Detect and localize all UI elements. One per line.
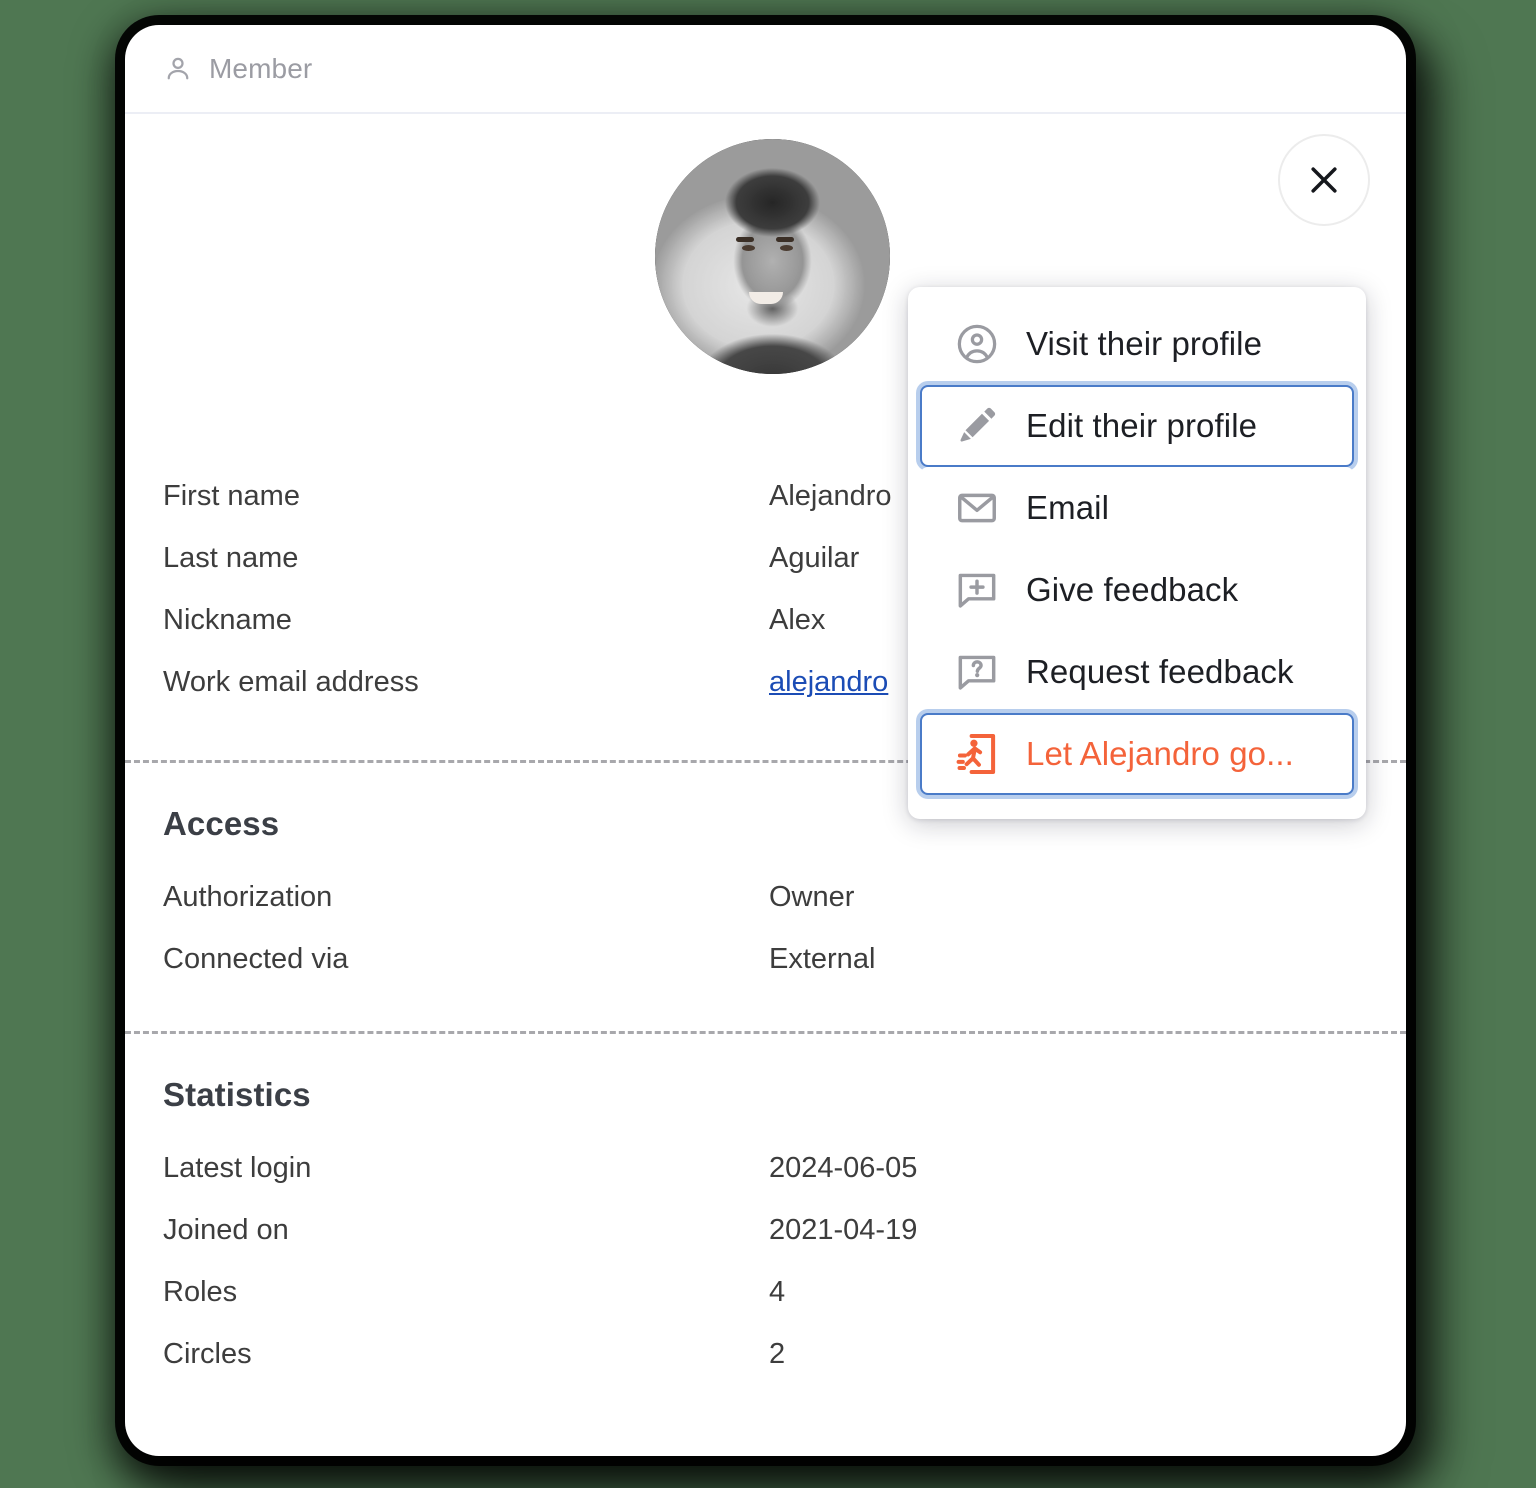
person-icon [167,57,189,79]
menu-item-give-feedback[interactable]: Give feedback [920,549,1354,631]
statistics-section-title: Statistics [163,1076,311,1113]
field-value: Owner [769,881,855,913]
menu-item-visit-profile[interactable]: Visit their profile [920,303,1354,385]
field-row-latest-login: Latest login 2024-06-05 [163,1152,1368,1214]
avatar-detail [779,244,793,251]
avatar [655,139,890,374]
field-label: Joined on [163,1214,289,1246]
field-label: Roles [163,1276,238,1308]
field-label: Nickname [163,604,292,636]
field-row-circles: Circles 2 [163,1338,1368,1400]
close-button[interactable] [1278,134,1370,226]
field-label: Authorization [163,881,333,913]
menu-item-request-feedback[interactable]: Request feedback [920,631,1354,713]
field-row-authorization: Authorization Owner [163,881,1368,943]
field-row-connected-via: Connected via External [163,943,1368,1005]
menu-item-label: Request feedback [1026,653,1294,690]
member-action-menu: Visit their profile Edit their profile E… [908,287,1366,819]
menu-item-email[interactable]: Email [920,467,1354,549]
statistics-section: Statistics Latest login 2024-06-05 Joine… [125,1034,1406,1400]
field-label: Circles [163,1338,252,1370]
work-email-link[interactable]: alejandro [769,666,888,699]
user-circle-icon [957,324,997,364]
field-value: Alex [769,604,826,636]
field-value: External [769,943,876,975]
menu-item-label: Visit their profile [1026,325,1263,362]
field-value: Alejandro [769,480,892,512]
modal-title: Member [209,52,313,84]
avatar-detail [776,236,795,242]
avatar-photo [655,139,890,374]
field-label: Latest login [163,1152,312,1184]
field-value: Aguilar [769,542,860,574]
pencil-icon [960,407,996,442]
comment-plus-icon [958,573,996,608]
menu-item-label: Edit their profile [1026,407,1258,444]
close-icon [1311,167,1337,193]
field-label: First name [163,480,300,512]
field-label: Last name [163,542,299,574]
field-value: 2021-04-19 [769,1214,918,1246]
field-row-joined-on: Joined on 2021-04-19 [163,1214,1368,1276]
avatar-detail [741,244,755,251]
menu-item-label: Let Alejandro go... [1026,735,1294,772]
field-label: Connected via [163,943,349,975]
avatar-detail [736,236,755,242]
menu-item-label: Email [1026,489,1110,526]
modal-header: Member [125,25,1406,114]
menu-item-label: Give feedback [1026,571,1239,608]
field-value: 2 [769,1338,786,1370]
field-value: 4 [769,1276,786,1308]
menu-item-edit-profile[interactable]: Edit their profile [920,385,1354,467]
modal-body: First name Alejandro Last name Aguilar N… [125,114,1406,1456]
member-detail-modal: Member First name Alejandro Last name Ag… [125,25,1406,1456]
menu-item-let-go[interactable]: Let Alejandro go... [920,713,1354,795]
exit-run-icon [956,733,996,775]
field-value: 2024-06-05 [769,1152,918,1184]
envelope-icon [958,493,996,523]
comment-question-icon [958,655,996,690]
field-label: Work email address [163,666,419,698]
field-row-roles: Roles 4 [163,1276,1368,1338]
